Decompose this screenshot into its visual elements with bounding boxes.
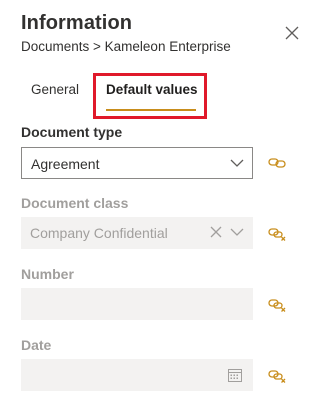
- number-input: [21, 288, 253, 320]
- panel-title: Information: [21, 12, 133, 34]
- unlink-icon: [268, 228, 286, 241]
- unlink-button-number[interactable]: [268, 297, 286, 313]
- breadcrumb: Documents > Kameleon Enterprise: [21, 39, 231, 54]
- information-panel: Information Documents > Kameleon Enterpr…: [0, 0, 313, 407]
- close-icon: [285, 26, 299, 40]
- date-label: Date: [21, 337, 52, 353]
- tab-general[interactable]: General: [31, 82, 79, 97]
- document-type-value: Agreement: [31, 156, 100, 172]
- link-button-document-type[interactable]: [268, 155, 286, 171]
- document-type-label: Document type: [21, 124, 123, 140]
- document-class-label: Document class: [21, 195, 129, 211]
- calendar-icon: [228, 369, 242, 382]
- chevron-down-icon: [230, 228, 244, 236]
- link-icon: [268, 158, 286, 168]
- document-type-dropdown[interactable]: Agreement: [21, 147, 253, 179]
- document-class-dropdown: Company Confidential: [21, 217, 253, 249]
- close-button[interactable]: [283, 24, 301, 42]
- chevron-down-icon: [230, 159, 244, 167]
- date-input: [21, 359, 253, 391]
- highlight-annotation: [93, 73, 207, 119]
- unlink-icon: [268, 299, 286, 312]
- number-label: Number: [21, 266, 74, 282]
- clear-icon: [210, 226, 222, 238]
- unlink-button-document-class[interactable]: [268, 226, 286, 242]
- document-class-value: Company Confidential: [30, 225, 168, 241]
- unlink-icon: [268, 370, 286, 383]
- unlink-button-date[interactable]: [268, 368, 286, 384]
